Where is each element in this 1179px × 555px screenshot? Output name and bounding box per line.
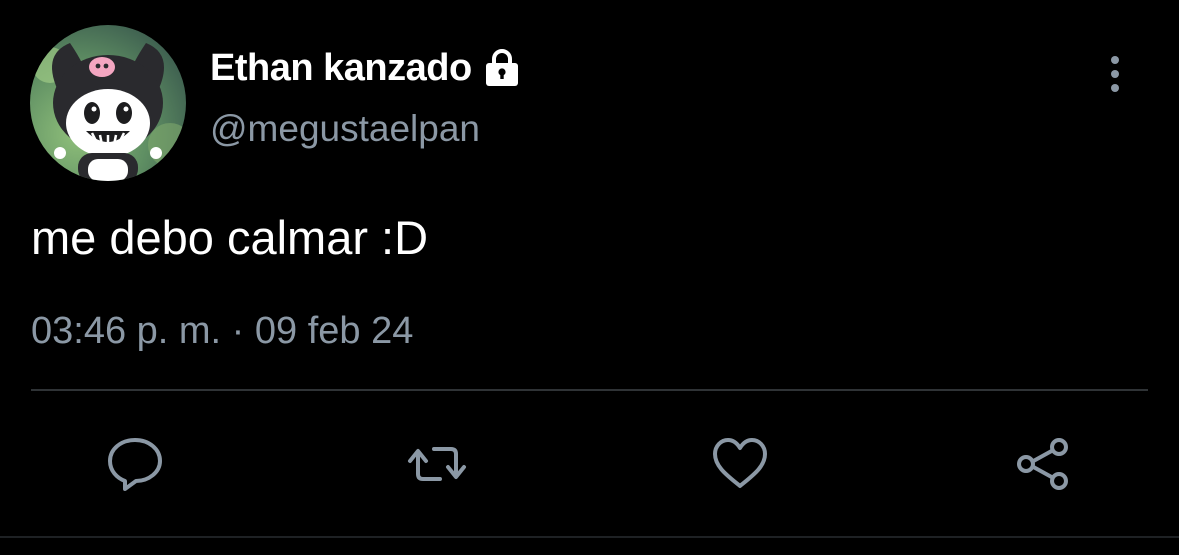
share-button[interactable]: [1012, 433, 1074, 495]
avatar[interactable]: [30, 25, 186, 181]
vertical-ellipsis-icon[interactable]: [1100, 54, 1130, 96]
retweet-button[interactable]: [406, 433, 468, 495]
share-icon: [1017, 438, 1068, 490]
author-name-row[interactable]: Ethan kanzado: [210, 44, 523, 92]
speech-bubble-icon: [108, 438, 162, 491]
user-handle[interactable]: @megustaelpan: [210, 108, 480, 150]
kuromi-avatar-image: [30, 25, 186, 181]
reply-button[interactable]: [104, 433, 166, 495]
heart-icon: [713, 438, 767, 488]
tweet-timestamp[interactable]: 03:46 p. m. · 09 feb 24: [31, 310, 413, 353]
lock-icon: [481, 47, 523, 89]
display-name[interactable]: Ethan kanzado: [210, 47, 472, 90]
like-button[interactable]: [709, 433, 771, 495]
bottom-divider: [0, 536, 1179, 538]
retweet-icon: [408, 447, 466, 481]
tweet-text: me debo calmar :D: [31, 211, 429, 264]
divider: [31, 389, 1148, 391]
